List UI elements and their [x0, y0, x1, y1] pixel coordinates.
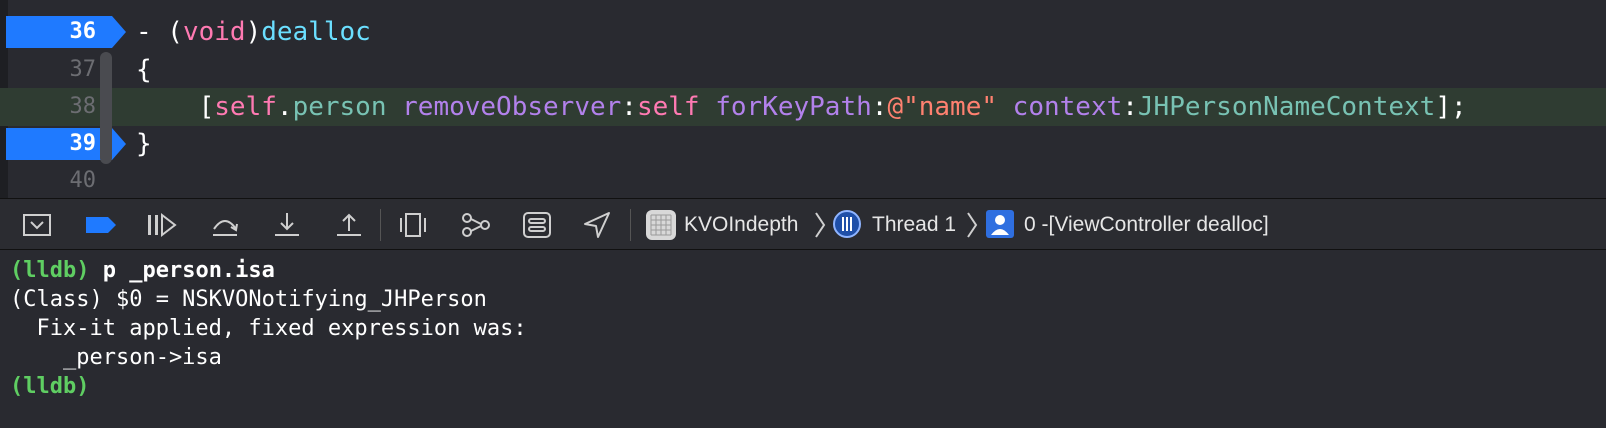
breadcrumb-frame[interactable]: 0 -[ViewController dealloc] [1024, 209, 1269, 241]
code-line-36: 36 - (void)dealloc [0, 13, 1606, 51]
step-out-icon[interactable] [334, 211, 364, 239]
step-into-icon[interactable] [272, 211, 302, 239]
environment-overrides-icon[interactable] [522, 211, 552, 239]
console-command: p _person.isa [89, 258, 275, 283]
chevron-right-icon [967, 212, 978, 238]
lldb-prompt: (lldb) [10, 258, 90, 283]
line-number: 37 [69, 57, 97, 82]
code-line-40: 40 [0, 162, 1606, 198]
thread-icon [832, 209, 862, 238]
console-line: (Class) $0 = NSKVONotifying_JHPerson [10, 287, 487, 312]
code-text: - (void)dealloc [136, 17, 371, 47]
code-text: { [136, 55, 152, 85]
hide-debug-area-icon[interactable] [22, 211, 52, 239]
code-line-37: 37 { [0, 51, 1606, 89]
breadcrumb-thread[interactable]: Thread 1 [872, 209, 956, 241]
user-frame-icon [985, 209, 1015, 238]
view-hierarchy-icon[interactable] [398, 211, 428, 239]
continue-icon[interactable] [146, 211, 177, 239]
console-line: _person->isa [10, 345, 222, 370]
code-text: [self.person removeObserver:self forKeyP… [136, 92, 1467, 122]
breadcrumb-target[interactable]: KVOIndepth [684, 209, 798, 241]
step-over-icon[interactable] [210, 211, 240, 239]
instruction-pointer-track[interactable] [100, 52, 112, 164]
line-number: 36 [69, 19, 97, 44]
line-number: 39 [69, 131, 97, 156]
code-line-35: 35 [0, 0, 1606, 11]
console-line: Fix-it applied, fixed expression was: [10, 316, 527, 341]
simulate-location-icon[interactable] [582, 211, 612, 239]
app-target-icon [645, 209, 676, 240]
chevron-right-icon [815, 212, 826, 238]
code-text: } [136, 129, 152, 159]
lldb-console[interactable]: (lldb) p _person.isa (Class) $0 = NSKVON… [0, 250, 1606, 428]
memory-graph-icon[interactable] [460, 211, 490, 239]
console-line: (lldb) p _person.isa [10, 256, 1596, 285]
debug-bar: KVOIndepth Thread 1 0 -[ViewController d… [0, 198, 1606, 250]
code-line-39: 39 } [0, 125, 1606, 163]
console-line[interactable]: (lldb) [10, 372, 1596, 401]
breakpoints-toggle-icon[interactable] [84, 211, 116, 239]
line-number: 35 [8, 0, 97, 11]
source-editor[interactable]: 35 36 - (void)dealloc 37 { 38 [self.pers… [0, 0, 1606, 198]
lldb-prompt: (lldb) [10, 374, 90, 399]
line-number: 38 [69, 94, 97, 119]
toolbar-separator [380, 209, 381, 241]
line-number: 40 [69, 168, 97, 193]
toolbar-separator [630, 209, 631, 241]
code-line-38: 38 [self.person removeObserver:self forK… [0, 88, 1606, 126]
